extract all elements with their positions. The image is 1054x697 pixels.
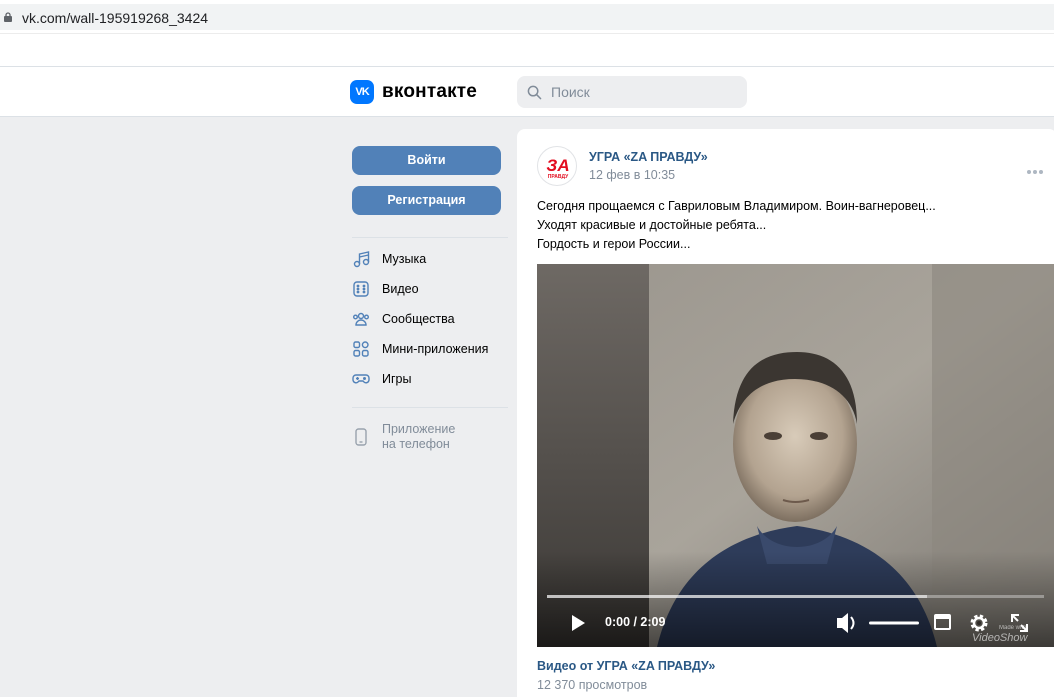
sidebar-item-games[interactable]: Игры — [352, 364, 508, 394]
mobile-app-label-line: Приложение — [382, 422, 456, 436]
search-box[interactable] — [517, 76, 747, 108]
search-input[interactable] — [551, 84, 731, 100]
register-button[interactable]: Регистрация — [352, 186, 501, 215]
post-text: Сегодня прощаемся с Гавриловым Владимиро… — [537, 197, 936, 254]
video-frame: Made with VideoShow — [537, 264, 1054, 647]
post-text-line: Сегодня прощаемся с Гавриловым Владимиро… — [537, 199, 936, 213]
music-icon — [353, 251, 370, 268]
watermark-top: Made with — [999, 625, 1026, 631]
svg-text:ПРАВДУ: ПРАВДУ — [548, 174, 569, 180]
post-text-line: Уходят красивые и достойные ребята... — [537, 218, 767, 232]
communities-icon — [353, 312, 369, 326]
post-text-line: Гордость и герои России... — [537, 237, 691, 251]
svg-text:ЗА: ЗА — [546, 156, 569, 175]
sidebar-item-label: Мини-приложения — [382, 342, 489, 356]
sidebar-nav: Музыка Видео Сообщества Мини-приложения — [352, 244, 508, 394]
login-button[interactable]: Войти — [352, 146, 501, 175]
community-logo: ЗА ПРАВДУ — [546, 156, 569, 180]
video-views: 12 370 просмотров — [537, 678, 648, 692]
video-buffer-bar — [547, 595, 927, 598]
vk-logo-icon: VK — [350, 80, 374, 104]
mini-apps-icon — [353, 341, 369, 357]
post-date[interactable]: 12 фев в 10:35 — [589, 168, 675, 182]
sidebar-item-communities[interactable]: Сообщества — [352, 304, 508, 334]
video-icon — [353, 281, 369, 297]
sidebar-divider — [352, 407, 508, 408]
browser-address-bar: vk.com/wall-195919268_3424 — [0, 0, 1054, 34]
search-icon — [527, 85, 542, 99]
site-header: VK вконтакте — [0, 67, 1054, 117]
post-author[interactable]: УГРА «ZA ПРАВДУ» — [589, 150, 708, 164]
sidebar-item-label: Музыка — [382, 252, 427, 266]
left-sidebar: Войти Регистрация Музыка Видео Сообществ… — [352, 146, 508, 452]
sidebar-divider — [352, 237, 508, 238]
sidebar-item-mini-apps[interactable]: Мини-приложения — [352, 334, 508, 364]
video-player[interactable]: Made with VideoShow 0:00 / 2:09 — [537, 264, 1054, 647]
sidebar-item-label: Сообщества — [382, 312, 455, 326]
vk-logo-text: вконтакте — [382, 81, 478, 102]
mobile-app-label-line: на телефон — [382, 437, 450, 451]
vk-logo[interactable]: VK вконтакте — [350, 80, 477, 104]
video-title[interactable]: Видео от УГРА «ZA ПРАВДУ» — [537, 659, 715, 673]
address-field[interactable]: vk.com/wall-195919268_3424 — [0, 4, 1054, 30]
phone-icon — [355, 428, 367, 446]
sidebar-item-label: Игры — [382, 372, 412, 386]
mobile-app-label: Приложение на телефон — [382, 422, 455, 452]
volume-slider[interactable] — [869, 621, 919, 625]
sidebar-item-music[interactable]: Музыка — [352, 244, 508, 274]
sidebar-item-label: Видео — [382, 282, 419, 296]
more-options-icon[interactable] — [1027, 161, 1045, 174]
video-time: 0:00 / 2:09 — [605, 615, 666, 629]
lock-icon — [4, 12, 12, 22]
wall-post: ЗА ПРАВДУ УГРА «ZA ПРАВДУ» 12 фев в 10:3… — [517, 129, 1054, 697]
watermark-bottom: VideoShow — [972, 632, 1029, 644]
url-text[interactable]: vk.com/wall-195919268_3424 — [22, 10, 208, 26]
games-icon — [352, 374, 370, 384]
sidebar-item-mobile-app[interactable]: Приложение на телефон — [352, 422, 508, 452]
sidebar-item-video[interactable]: Видео — [352, 274, 508, 304]
toolbar-strip — [0, 34, 1054, 67]
avatar[interactable]: ЗА ПРАВДУ — [537, 146, 577, 186]
